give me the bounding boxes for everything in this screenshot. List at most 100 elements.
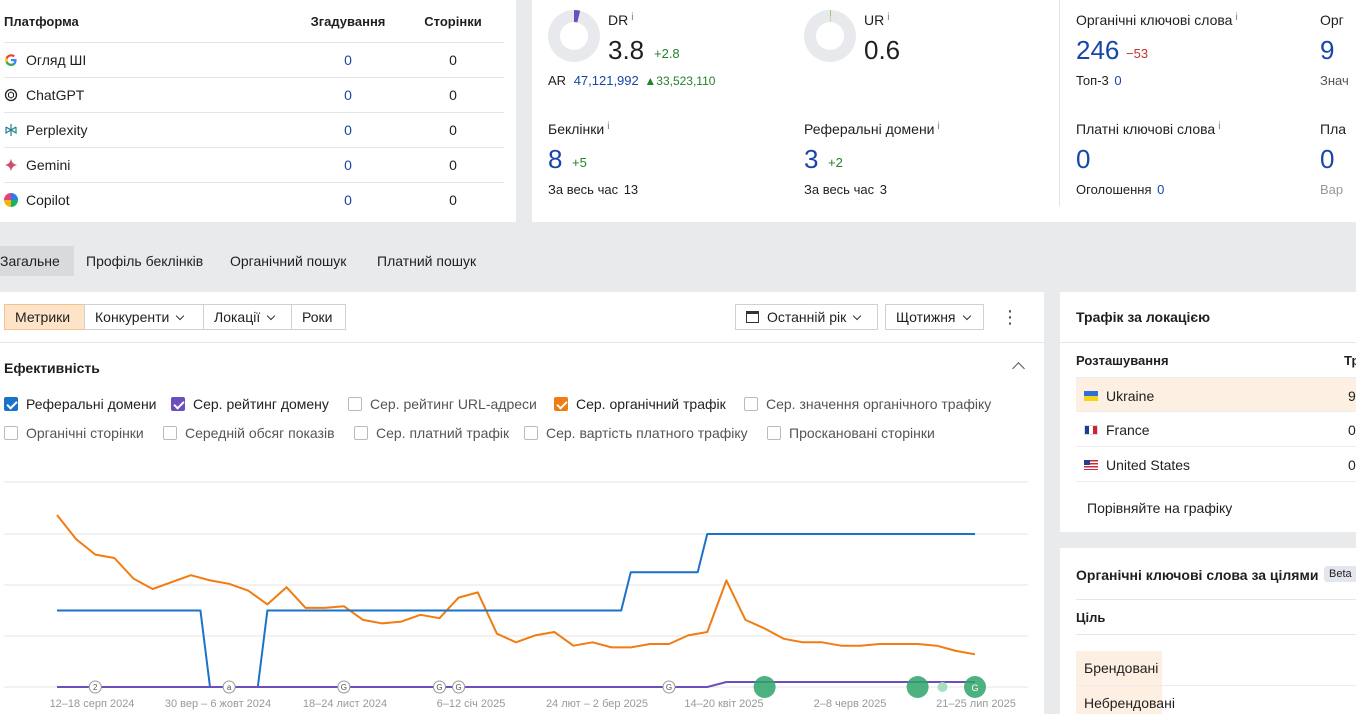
mentions-count[interactable]: 0 xyxy=(294,182,402,217)
tab-overview[interactable]: Загальне xyxy=(0,246,74,276)
mentions-count[interactable]: 0 xyxy=(294,42,402,78)
checkbox-paid-traffic[interactable]: Сер. платний трафік xyxy=(354,425,509,441)
event-marker xyxy=(937,682,948,692)
segment-locations[interactable]: Локації xyxy=(203,304,292,330)
refdomains-value[interactable]: 3 xyxy=(804,146,818,172)
chevron-down-icon xyxy=(962,311,971,321)
backlinks-delta: +5 xyxy=(572,155,587,170)
checkbox-organic-pages[interactable]: Органічні сторінки xyxy=(4,425,144,441)
info-icon[interactable]: i xyxy=(1235,12,1237,23)
event-marker xyxy=(906,676,929,698)
tab-paid-search[interactable]: Платний пошук xyxy=(377,246,476,276)
table-row[interactable]: Ukraine 9 xyxy=(1076,377,1356,412)
event-marker xyxy=(753,676,776,698)
table-row: Perplexity 0 0 xyxy=(4,112,504,148)
table-row: Copilot 0 0 xyxy=(4,182,504,217)
table-row[interactable]: France 0 xyxy=(1076,412,1356,447)
organic-kw-value[interactable]: 246 xyxy=(1076,37,1119,63)
col-mentions[interactable]: Згадування xyxy=(294,2,402,43)
pages-count: 0 xyxy=(449,191,457,208)
mentions-count[interactable]: 0 xyxy=(294,112,402,148)
col-traffic: Тр xyxy=(1344,353,1356,368)
refdomains-label: Реферальні домени i xyxy=(804,121,940,137)
checkbox-organic-value[interactable]: Сер. значення органічного трафіку xyxy=(744,396,991,412)
refdomains-alltime: За весь час 3 xyxy=(804,182,887,197)
divider xyxy=(1076,599,1356,600)
info-icon[interactable]: i xyxy=(1218,121,1220,132)
paid-traffic-label: Пла xyxy=(1320,121,1347,137)
platform-card: Платформа Згадування Сторінки Огляд ШІ 0… xyxy=(0,0,516,222)
segment-competitors[interactable]: Конкуренти xyxy=(84,304,204,330)
beta-badge: Beta xyxy=(1324,566,1356,582)
dr-label: DR i xyxy=(608,12,634,28)
pages-count: 0 xyxy=(402,42,504,78)
organic-traffic-sub: Знач xyxy=(1320,73,1349,88)
event-marker-label: 2 xyxy=(93,683,98,692)
info-icon[interactable]: i xyxy=(938,121,940,132)
mentions-count[interactable]: 0 xyxy=(294,77,402,113)
paid-traffic-value[interactable]: 0 xyxy=(1320,146,1334,172)
x-tick-label: 14–20 квіт 2025 xyxy=(684,698,763,710)
col-pages[interactable]: Сторінки xyxy=(402,2,504,43)
divider xyxy=(1076,634,1356,635)
ar-value[interactable]: 47,121,992 xyxy=(574,73,639,88)
organic-traffic-value[interactable]: 9 xyxy=(1320,37,1334,63)
info-icon[interactable]: i xyxy=(607,121,609,132)
col-platform: Платформа xyxy=(4,2,294,43)
backlinks-label: Беклінки i xyxy=(548,121,610,137)
ur-value: 0.6 xyxy=(864,35,901,65)
paid-kw-ads: Оголошення 0 xyxy=(1076,182,1165,197)
checkbox-avg-dr[interactable]: Сер. рейтинг домену xyxy=(171,396,329,412)
gemini-icon xyxy=(4,158,18,172)
ur-label: UR i xyxy=(864,12,890,28)
x-tick-label: 18–24 лист 2024 xyxy=(303,698,387,710)
tab-backlink-profile[interactable]: Профіль беклінків xyxy=(86,246,203,276)
checkbox-organic-traffic[interactable]: Сер. органічний трафік xyxy=(554,396,726,412)
segment-years[interactable]: Роки xyxy=(291,304,346,330)
event-marker-label: a xyxy=(227,683,232,692)
event-marker-label: G xyxy=(456,683,462,692)
tab-organic-search[interactable]: Органічний пошук xyxy=(230,246,346,276)
flag-ukraine-icon xyxy=(1084,391,1098,401)
pages-count: 0 xyxy=(402,77,504,113)
table-row: Gemini 0 0 xyxy=(4,147,504,183)
flag-france-icon xyxy=(1084,425,1098,435)
platform-table: Платформа Згадування Сторінки Огляд ШІ 0… xyxy=(4,2,504,217)
perplexity-icon xyxy=(4,123,18,137)
x-tick-label: 12–18 серп 2024 xyxy=(50,698,135,710)
paid-traffic-sub: Вар xyxy=(1320,182,1344,197)
copilot-icon xyxy=(4,192,18,207)
info-icon[interactable]: i xyxy=(887,12,889,23)
series-line-1 xyxy=(57,533,975,688)
info-icon[interactable]: i xyxy=(631,12,633,23)
compare-on-chart-link[interactable]: Порівняйте на графіку xyxy=(1087,500,1232,516)
intent-branded[interactable]: Брендовані xyxy=(1084,660,1158,676)
metrics-card: DR i 3.8 +2.8 AR 47,121,992 ▲33,523,110 U… xyxy=(532,0,1356,222)
mentions-count[interactable]: 0 xyxy=(294,147,402,183)
divider xyxy=(1060,342,1356,343)
dr-delta: +2.8 xyxy=(654,46,680,61)
google-icon xyxy=(4,53,18,67)
backlinks-value[interactable]: 8 xyxy=(548,146,562,172)
calendar-icon xyxy=(746,311,759,323)
divider xyxy=(0,342,1044,343)
checkbox-ref-domains[interactable]: Реферальні домени xyxy=(4,396,157,412)
intent-keywords-card: Органічні ключові слова за цілями Beta Ц… xyxy=(1060,548,1356,714)
checkbox-crawled-pages[interactable]: Проскановані сторінки xyxy=(767,425,935,441)
segment-metrics[interactable]: Метрики xyxy=(4,304,85,330)
paid-kw-value[interactable]: 0 xyxy=(1076,146,1090,172)
dr-value: 3.8 xyxy=(608,35,645,65)
event-marker-label: G xyxy=(436,683,442,692)
period-dropdown[interactable]: Останній рік xyxy=(735,304,878,330)
interval-dropdown[interactable]: Щотижня xyxy=(885,304,984,330)
intent-nonbranded[interactable]: Небрендовані xyxy=(1084,695,1175,711)
checkbox-avg-ur[interactable]: Сер. рейтинг URL-адреси xyxy=(348,396,537,412)
event-marker-label: G xyxy=(971,683,978,693)
checkbox-paid-cost[interactable]: Сер. вартість платного трафіку xyxy=(524,425,748,441)
performance-chart[interactable]: 2 a G G G G G 12–18 серп 2024 30 вер – 6 жовт 2… xyxy=(0,478,1044,714)
table-row[interactable]: United States 0 xyxy=(1076,447,1356,482)
checkbox-impressions[interactable]: Середній обсяг показів xyxy=(163,425,335,441)
divider xyxy=(1059,0,1060,206)
more-icon[interactable]: ⋮ xyxy=(1000,308,1020,328)
col-intent: Ціль xyxy=(1076,610,1106,625)
